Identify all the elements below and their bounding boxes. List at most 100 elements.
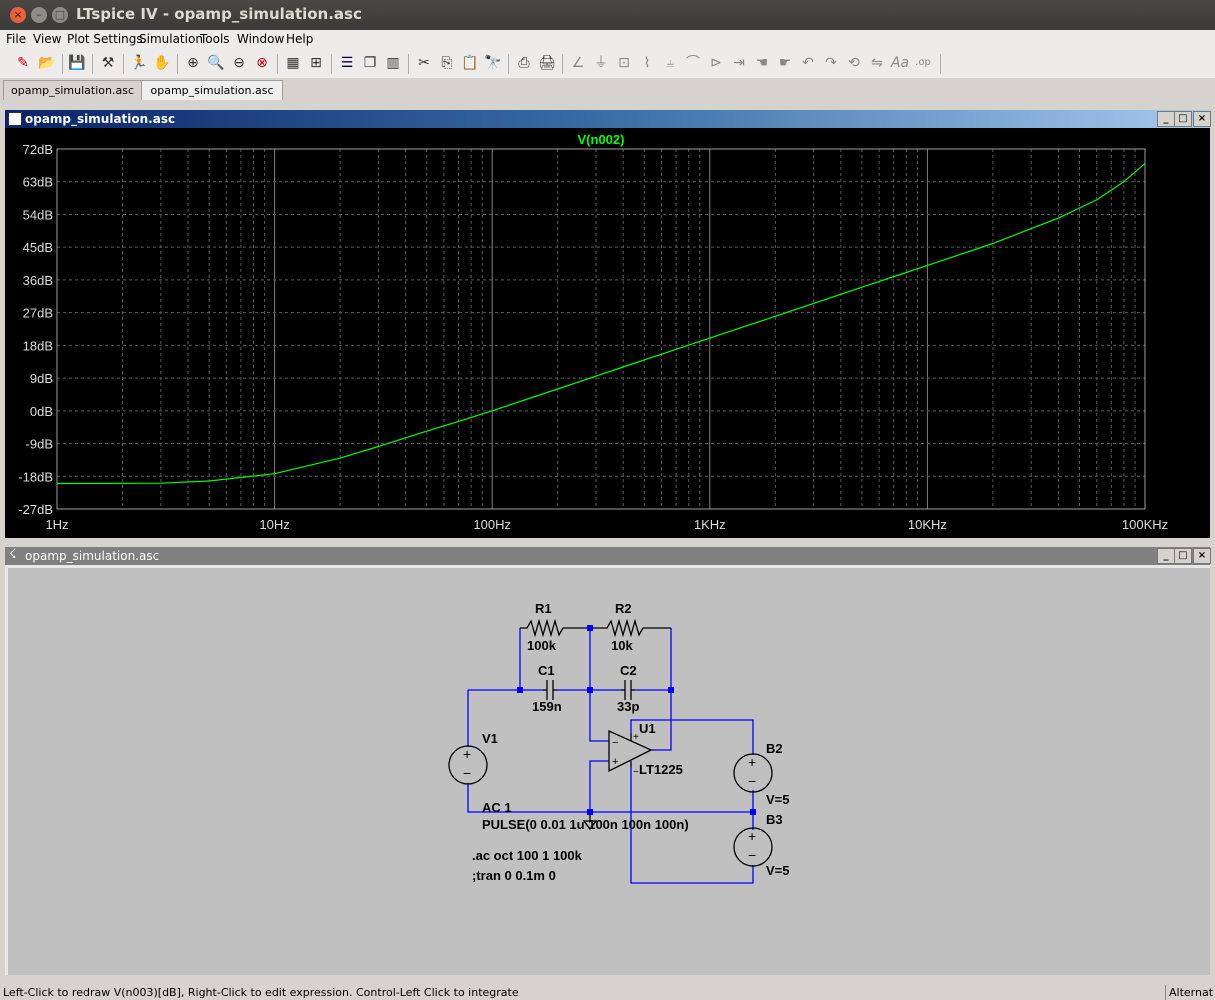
document-tabs: opamp_simulation.asc opamp_simulation.as… xyxy=(0,78,1215,100)
rotate-icon[interactable]: ⟲ xyxy=(844,53,864,73)
svg-text:−: − xyxy=(463,765,471,781)
control-panel-icon[interactable]: ⚒ xyxy=(98,53,118,73)
wire[interactable] xyxy=(589,760,609,812)
menu-help[interactable]: Help xyxy=(286,32,313,46)
schematic-restore-button[interactable]: □ xyxy=(1174,548,1192,564)
plot-close-button[interactable]: × xyxy=(1193,111,1211,127)
v1-ac-value[interactable]: AC 1 xyxy=(482,800,512,815)
label-icon[interactable]: ⊡ xyxy=(614,53,634,73)
spice-directive-icon[interactable]: .op xyxy=(913,53,933,73)
zoom-in-icon[interactable]: ⊕ xyxy=(183,53,203,73)
window-title: LTspice IV - opamp_simulation.asc xyxy=(76,5,362,23)
schematic-close-button[interactable]: × xyxy=(1193,548,1211,564)
cut-icon[interactable]: ✂ xyxy=(414,53,434,73)
print-icon[interactable]: 🖨 xyxy=(537,53,557,73)
menu-view[interactable]: View xyxy=(33,32,61,46)
b2-value[interactable]: V=5 xyxy=(766,792,790,807)
plot-window-title: opamp_simulation.asc xyxy=(25,112,176,126)
y-tick-label: -27dB xyxy=(18,502,53,517)
y-tick-label: 0dB xyxy=(30,404,53,419)
menu-simulation[interactable]: Simulation xyxy=(139,32,203,46)
fit-icon[interactable]: ⊞ xyxy=(306,53,326,73)
redo-icon[interactable]: ↷ xyxy=(821,53,841,73)
run-icon[interactable]: 🏃 xyxy=(129,53,149,73)
autorange-icon[interactable]: ▦ xyxy=(283,53,303,73)
r2-value[interactable]: 10k xyxy=(611,638,633,653)
tab-plot[interactable]: opamp_simulation.asc xyxy=(3,80,142,100)
minimize-window-button[interactable]: – xyxy=(31,7,47,23)
close-window-button[interactable]: × xyxy=(10,7,26,23)
status-mode: Alternat xyxy=(1165,985,1215,1000)
pan-icon[interactable]: 🔍 xyxy=(206,53,226,73)
ground-icon[interactable]: ⏚ xyxy=(591,53,611,73)
waveform-plot[interactable]: 72dB 63dB 54dB 45dB 36dB 27dB 18dB 9dB 0dB -9dB -1… xyxy=(5,128,1210,538)
tab-schematic[interactable]: opamp_simulation.asc xyxy=(141,80,283,100)
cascade-icon[interactable]: ❐ xyxy=(360,53,380,73)
zoom-cancel-icon[interactable]: ⊗ xyxy=(252,53,272,73)
u1-label[interactable]: U1 xyxy=(639,721,656,736)
spice-directive-tran[interactable]: ;tran 0 0.1m 0 xyxy=(472,868,556,883)
c2-label[interactable]: C2 xyxy=(620,663,637,678)
mirror-icon[interactable]: ⇋ xyxy=(867,53,887,73)
menu-file[interactable]: File xyxy=(6,32,26,46)
drag-icon[interactable]: ☛ xyxy=(775,53,795,73)
wire[interactable] xyxy=(589,690,609,742)
r1-label[interactable]: R1 xyxy=(535,601,552,616)
open-icon[interactable]: 📂 xyxy=(37,53,57,73)
c1-label[interactable]: C1 xyxy=(538,663,555,678)
resistor-r1[interactable] xyxy=(520,618,590,638)
paste-icon[interactable]: 📋 xyxy=(460,53,480,73)
r1-value[interactable]: 100k xyxy=(527,638,557,653)
v1-pulse-value[interactable]: PULSE(0 0.01 1u 100n 100n 100n) xyxy=(482,817,689,832)
print-setup-icon[interactable]: ⎙ xyxy=(514,53,534,73)
y-tick-label: -18dB xyxy=(18,469,53,484)
maximize-window-button[interactable]: □ xyxy=(52,7,68,23)
resistor-r2[interactable] xyxy=(590,618,671,638)
schematic-minimize-button[interactable]: _ xyxy=(1157,548,1175,564)
b3-label[interactable]: B3 xyxy=(766,812,783,827)
y-tick-label: -9dB xyxy=(26,437,53,452)
capacitor-icon[interactable]: ⫨ xyxy=(660,53,680,73)
svg-text:−: − xyxy=(612,737,618,749)
schematic-canvas[interactable]: +− +− +− −+ +− R1 100k R2 10k C1 159n C2… xyxy=(5,565,1207,972)
new-schematic-icon[interactable]: ✎ xyxy=(13,53,33,73)
trace-label[interactable]: V(n002) xyxy=(578,132,625,147)
c2-value[interactable]: 33p xyxy=(617,699,639,714)
x-tick-label: 1KHz xyxy=(694,517,726,532)
schematic-pane[interactable]: + − + − + − − + + − R1 100k R2 10k C1 159n C2… xyxy=(5,565,1210,975)
diode-icon[interactable]: ⊳ xyxy=(706,53,726,73)
zoom-out-icon[interactable]: ⊖ xyxy=(229,53,249,73)
resistor-icon[interactable]: ⌇ xyxy=(637,53,657,73)
plot-pane[interactable]: 72dB 63dB 54dB 45dB 36dB 27dB 18dB 9dB 0dB -9dB -1… xyxy=(5,128,1210,538)
move-icon[interactable]: ☚ xyxy=(752,53,772,73)
halt-icon[interactable]: ✋ xyxy=(152,53,172,73)
save-icon[interactable]: 💾 xyxy=(67,53,87,73)
plot-window-titlebar[interactable]: opamp_simulation.asc _ □ × xyxy=(5,110,1211,128)
inductor-icon[interactable]: ⌒ xyxy=(683,53,703,73)
plot-minimize-button[interactable]: _ xyxy=(1157,111,1175,127)
u1-value[interactable]: LT1225 xyxy=(639,762,683,777)
b3-value[interactable]: V=5 xyxy=(766,863,790,878)
undo-icon[interactable]: ↶ xyxy=(798,53,818,73)
tile-horizontal-icon[interactable]: ☰ xyxy=(337,53,357,73)
x-tick-label: 10KHz xyxy=(908,517,947,532)
text-icon[interactable]: Aa xyxy=(890,53,910,73)
v1-label[interactable]: V1 xyxy=(482,731,498,746)
spice-directive-ac[interactable]: .ac oct 100 1 100k xyxy=(472,848,583,863)
schematic-window-titlebar[interactable]: ☇ opamp_simulation.asc _ □ × xyxy=(5,547,1211,565)
component-icon[interactable]: ⇥ xyxy=(729,53,749,73)
plot-restore-button[interactable]: □ xyxy=(1174,111,1192,127)
menu-window[interactable]: Window xyxy=(237,32,284,46)
copy-icon[interactable]: ⎘ xyxy=(437,53,457,73)
menu-tools[interactable]: Tools xyxy=(200,32,230,46)
c1-value[interactable]: 159n xyxy=(532,699,562,714)
b2-label[interactable]: B2 xyxy=(766,741,783,756)
title-bar: × – □ LTspice IV - opamp_simulation.asc xyxy=(0,0,1215,30)
find-icon[interactable]: 🔭 xyxy=(483,53,503,73)
wire-icon[interactable]: ∠ xyxy=(568,53,588,73)
menu-plot-settings[interactable]: Plot Settings xyxy=(67,32,143,46)
y-tick-label: 63dB xyxy=(23,175,53,190)
r2-label[interactable]: R2 xyxy=(615,601,632,616)
series-line-vn002[interactable] xyxy=(56,163,1146,485)
tile-vertical-icon[interactable]: ▥ xyxy=(383,53,403,73)
